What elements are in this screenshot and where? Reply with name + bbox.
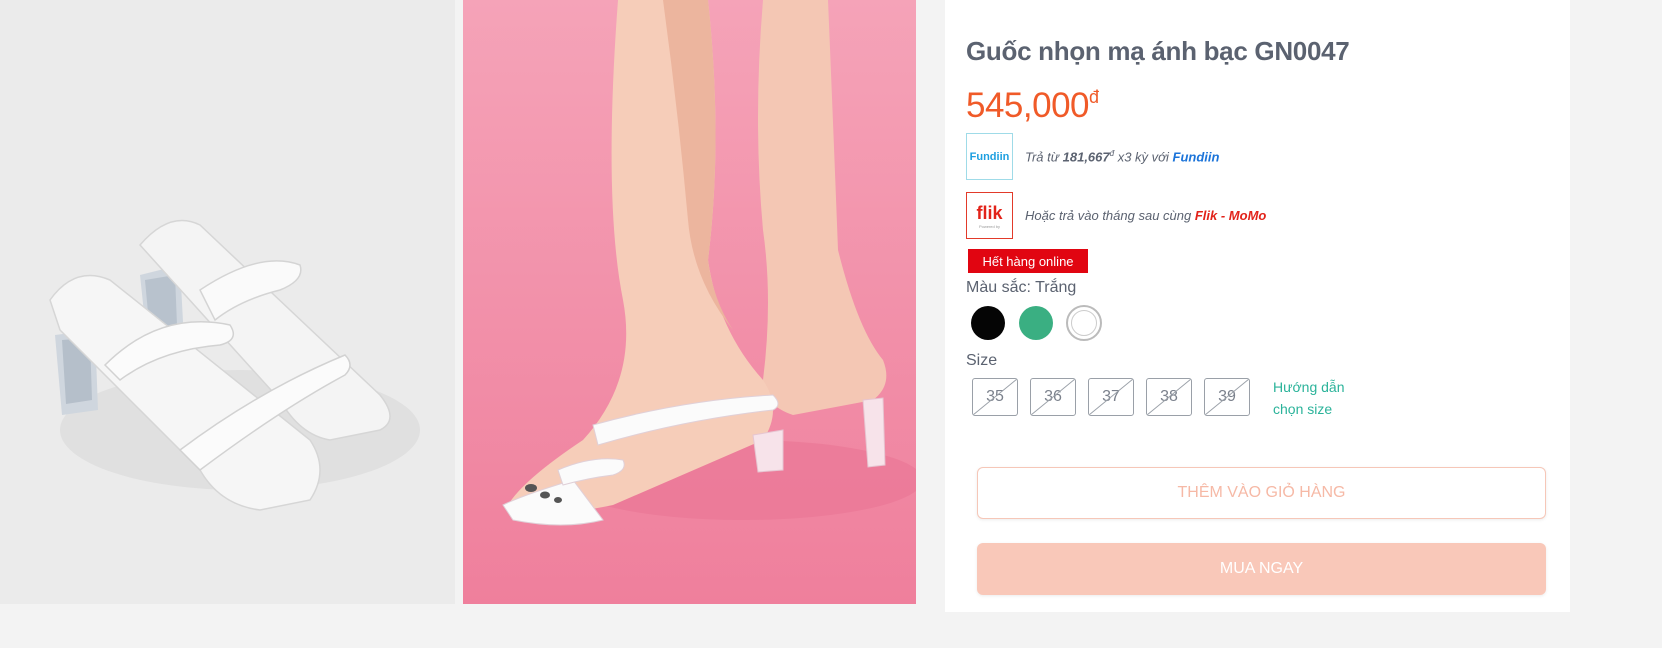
size-label: Size — [966, 352, 998, 369]
out-of-stock-badge: Hết hàng online — [968, 249, 1088, 273]
flik-paylater-row[interactable]: flik Powered by Hoặc trả vào tháng sau c… — [966, 192, 1266, 239]
price-value: 545,000 — [966, 86, 1090, 125]
model-legs-photo — [463, 0, 916, 604]
size-guide-line1: Hướng dẫn — [1273, 379, 1345, 395]
size-guide-link[interactable]: Hướng dẫn chọn size — [1273, 376, 1363, 420]
size-option-39[interactable]: 39 — [1204, 378, 1250, 416]
product-image-model[interactable] — [463, 0, 916, 604]
strike-icon — [973, 379, 1017, 415]
size-options: 35 36 37 38 39 — [972, 378, 1250, 416]
color-label: Màu sắc: Trắng — [966, 279, 1077, 296]
product-page: Guốc nhọn mạ ánh bạc GN0047 545,000đ Fun… — [0, 0, 1662, 648]
size-option-36[interactable]: 36 — [1030, 378, 1076, 416]
color-swatch-black[interactable] — [970, 305, 1006, 341]
fundiin-brand: Fundiin — [1172, 149, 1220, 165]
color-swatch-white[interactable] — [1066, 305, 1102, 341]
fundiin-prefix: Trả từ — [1025, 149, 1059, 165]
strike-icon — [1031, 379, 1075, 415]
color-dot-green — [1019, 306, 1053, 340]
size-option-35[interactable]: 35 — [972, 378, 1018, 416]
size-option-37[interactable]: 37 — [1088, 378, 1134, 416]
fundiin-currency: đ — [1109, 148, 1115, 158]
fundiin-amount: 181,667 — [1062, 149, 1110, 165]
strike-icon — [1089, 379, 1133, 415]
fundiin-middle: x3 kỳ với — [1117, 149, 1169, 165]
fundiin-installment-row[interactable]: Fundiin Trả từ 181,667đ x3 kỳ với Fundii… — [966, 133, 1219, 180]
size-guide-line2: chọn size — [1273, 401, 1333, 417]
buy-now-button[interactable]: MUA NGAY — [977, 543, 1546, 595]
flik-text: Hoặc trả vào tháng sau cùng — [1025, 208, 1192, 223]
add-to-cart-button[interactable]: THÊM VÀO GIỎ HÀNG — [977, 467, 1546, 519]
product-image-main[interactable] — [0, 0, 455, 604]
product-price: 545,000đ — [966, 86, 1099, 126]
flik-logo: flik Powered by — [966, 192, 1013, 239]
strike-icon — [1205, 379, 1249, 415]
flik-logo-text: flik — [976, 202, 1003, 223]
size-option-38[interactable]: 38 — [1146, 378, 1192, 416]
color-dot-black — [971, 306, 1005, 340]
flik-paylater-text: Hoặc trả vào tháng sau cùng Flik - MoMo — [1025, 208, 1266, 223]
flik-brand: Flik - MoMo — [1194, 208, 1267, 223]
color-dot-white — [1071, 310, 1097, 336]
price-currency: đ — [1089, 87, 1099, 107]
color-swatch-green[interactable] — [1018, 305, 1054, 341]
product-info-panel: Guốc nhọn mạ ánh bạc GN0047 545,000đ Fun… — [945, 0, 1570, 612]
fundiin-logo-text: Fundiin — [969, 150, 1010, 163]
fundiin-installment-text: Trả từ 181,667đ x3 kỳ với Fundiin — [1025, 149, 1219, 164]
sandal-photo — [0, 0, 455, 604]
strike-icon — [1147, 379, 1191, 415]
flik-logo-sub: Powered by — [978, 223, 1001, 229]
fundiin-logo: Fundiin — [966, 133, 1013, 180]
product-title: Guốc nhọn mạ ánh bạc GN0047 — [966, 36, 1350, 66]
color-swatches — [970, 305, 1102, 341]
